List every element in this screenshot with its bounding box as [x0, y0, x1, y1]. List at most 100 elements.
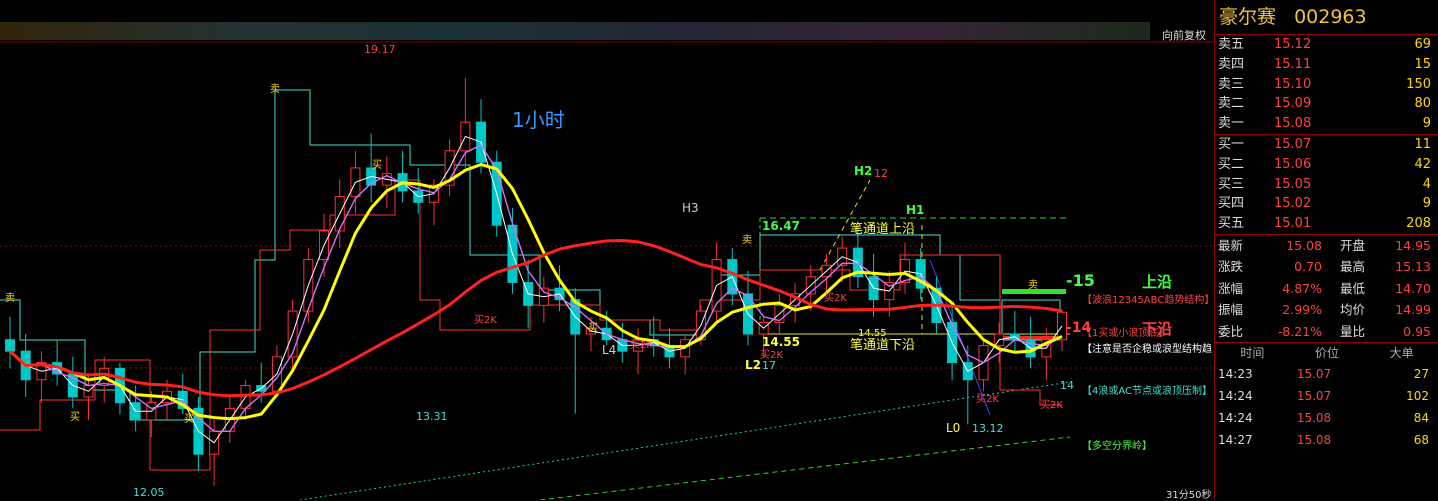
ticks-header-price: 价位: [1315, 346, 1340, 361]
stat-key: 最高: [1340, 259, 1366, 275]
stat-key: 振幅: [1218, 302, 1244, 318]
countdown-label: 31分50秒: [1166, 490, 1212, 501]
signal-buy2k-4: 买2K: [976, 394, 999, 405]
candle-body: [5, 339, 15, 352]
stat-key: 委比: [1218, 323, 1244, 339]
quote-panel: 豪尔赛 002963 卖五 15.12 69 卖四 15.11 15 卖三 15.10 150 卖…: [1214, 0, 1438, 500]
indicator-bar: [0, 0, 1214, 42]
tick-volume: 102: [1406, 389, 1429, 404]
stat-key: 涨跌: [1218, 259, 1244, 275]
signal-buy2k-2: 买2K: [630, 340, 653, 351]
order-volume: 150: [1406, 76, 1431, 92]
order-level: 买三: [1218, 176, 1245, 192]
tick-time: 14:27: [1218, 433, 1253, 448]
stat-row: 委比 -8.21% 量比 0.95: [1215, 321, 1438, 343]
order-book-row[interactable]: 买五 15.01 208: [1215, 214, 1438, 234]
ticks-list: 14:23 15.07 27 14:24 15.07 102 14:24 15.08 84 14:…: [1215, 363, 1438, 451]
tick-price: 15.07: [1296, 367, 1332, 382]
tick-volume: 68: [1413, 433, 1429, 448]
order-volume: 4: [1422, 176, 1431, 192]
tick-time: 14:24: [1218, 411, 1253, 426]
tick-row: 14:24 15.07 102: [1215, 385, 1438, 407]
order-book-row[interactable]: 买一 15.07 11: [1215, 135, 1438, 155]
stat-row: 涨跌 0.70 最高 15.13: [1215, 256, 1438, 278]
order-volume: 208: [1406, 216, 1431, 232]
order-book-row[interactable]: 卖五 15.12 69: [1215, 35, 1438, 55]
order-level: 卖二: [1218, 96, 1245, 112]
ticks-header-time: 时间: [1240, 346, 1265, 361]
high-price-label: 19.17: [364, 43, 396, 56]
stat-value: 15.08: [1286, 237, 1322, 253]
order-book-row[interactable]: 卖三 15.10 150: [1215, 75, 1438, 95]
signal-sell-4: 卖: [1028, 280, 1038, 291]
wave-l0: L0: [946, 421, 961, 435]
stat-value: 14.70: [1395, 280, 1431, 296]
order-book-row[interactable]: 买二 15.06 42: [1215, 155, 1438, 175]
signal-sell-2: 卖: [5, 293, 15, 304]
order-book-row[interactable]: 买四 15.02 9: [1215, 194, 1438, 214]
channel-upper-label: 笔通道上沿: [850, 222, 916, 237]
stat-value: -8.21%: [1277, 323, 1322, 339]
signal-buy2k-1: 买2K: [474, 315, 497, 326]
order-volume: 15: [1414, 56, 1431, 72]
signal-buy-3: 买: [70, 412, 80, 423]
order-price: 15.08: [1274, 116, 1312, 132]
note-wave: 【波浪12345ABC趋势结构】: [1082, 295, 1215, 306]
stat-value: 2.99%: [1282, 302, 1322, 318]
tick-price: 15.08: [1296, 433, 1332, 448]
wave-l4: L4: [602, 343, 617, 357]
order-book-row[interactable]: 买三 15.05 4: [1215, 175, 1438, 195]
h2-value-label: 12: [874, 167, 888, 180]
order-price: 15.05: [1274, 176, 1312, 192]
wave-l2: L2: [745, 358, 761, 372]
low-right-label: 13.12: [972, 422, 1004, 435]
order-level: 卖五: [1218, 37, 1245, 52]
level-1647-label: 16.47: [762, 219, 800, 233]
order-price: 15.06: [1274, 156, 1312, 172]
stat-key: 最低: [1340, 280, 1366, 296]
bull-bear-line: [539, 436, 1071, 500]
low-left-label: 12.05: [133, 486, 165, 499]
kline-chart[interactable]: 向前复权 1小时 19.17 12.05 13.31 13.12 12 17 1…: [0, 0, 1215, 501]
note-buy: 【1买或小浪顶底】: [1082, 328, 1169, 339]
stat-key: 量比: [1340, 323, 1366, 339]
order-level: 买二: [1218, 156, 1245, 172]
order-book-row[interactable]: 卖四 15.11 15: [1215, 55, 1438, 75]
wave-h2: H2: [854, 164, 873, 178]
channel-lower-label: 笔通道下沿: [850, 338, 916, 353]
order-volume: 9: [1422, 116, 1431, 132]
order-level: 买一: [1218, 136, 1245, 152]
quote-stats: 最新 15.08 开盘 14.95 涨跌 0.70 最高 15.13 涨幅 4.87% 最低 14.7…: [1215, 235, 1438, 344]
stat-value: 0.70: [1294, 259, 1322, 275]
stat-row: 振幅 2.99% 均价 14.99: [1215, 299, 1438, 321]
stat-value: 15.13: [1395, 259, 1431, 275]
order-level: 卖三: [1218, 76, 1245, 92]
kline-svg[interactable]: [0, 0, 1214, 500]
order-level: 卖四: [1218, 56, 1245, 72]
note-attention: 【注意是否企稳或浪型结构趋: [1082, 344, 1212, 355]
ticks-header-vol: 大单: [1389, 346, 1414, 361]
restore-button[interactable]: 向前复权: [1162, 27, 1206, 43]
tick-row: 14:23 15.07 27: [1215, 363, 1438, 385]
order-book-row[interactable]: 卖二 15.09 80: [1215, 94, 1438, 114]
ma-purple-line: [9, 144, 1063, 432]
order-level: 买四: [1218, 196, 1245, 212]
stat-row: 最新 15.08 开盘 14.95: [1215, 235, 1438, 257]
tick-price: 15.07: [1296, 389, 1332, 404]
right-14-label: 14: [1060, 379, 1074, 392]
upper-edge-num: -15: [1066, 271, 1095, 290]
tick-row: 14:27 15.08 68: [1215, 429, 1438, 451]
ma-yellow-line: [8, 162, 1063, 421]
stat-key: 均价: [1340, 302, 1366, 318]
order-price: 15.02: [1274, 196, 1312, 212]
signal-buy-1: 买: [372, 160, 382, 171]
order-level: 卖一: [1218, 116, 1245, 132]
low-mid-label: 13.31: [416, 410, 448, 423]
stock-header: 豪尔赛 002963: [1215, 0, 1438, 35]
stat-value: 14.99: [1395, 302, 1431, 318]
signal-sell-1: 卖: [270, 84, 280, 95]
order-price: 15.11: [1274, 56, 1312, 72]
order-volume: 80: [1414, 96, 1431, 112]
order-book-row[interactable]: 卖一 15.08 9: [1215, 114, 1438, 135]
tick-price: 15.08: [1296, 411, 1332, 426]
